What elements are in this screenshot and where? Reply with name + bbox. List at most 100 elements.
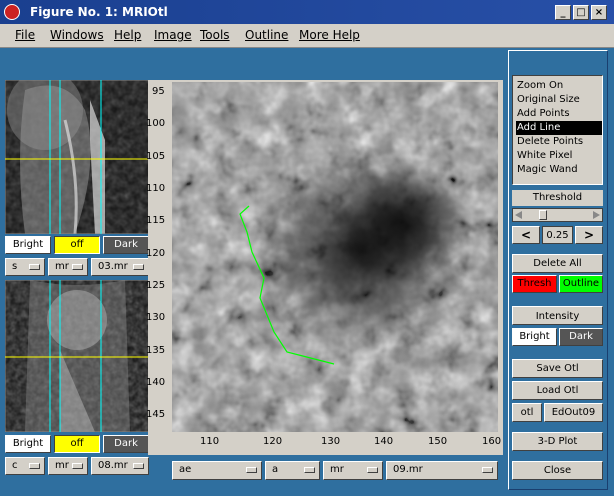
intensity-bright-button[interactable]: Bright	[512, 328, 557, 346]
tool-delete-points[interactable]: Delete Points	[516, 135, 602, 149]
3d-plot-button[interactable]: 3-D Plot	[512, 432, 603, 451]
tool-white-pixel[interactable]: White Pixel	[516, 149, 602, 163]
y-tick-label: 135	[146, 345, 166, 356]
tool-magic-wand[interactable]: Magic Wand	[516, 163, 602, 177]
bottom-orientation-value: c	[12, 460, 18, 471]
tool-add-points[interactable]: Add Points	[516, 107, 602, 121]
close-button[interactable]: Close	[512, 461, 603, 480]
slider-right-arrow-icon[interactable]	[593, 211, 600, 219]
menu-help[interactable]: Help	[114, 28, 141, 42]
minimize-button[interactable]: _	[555, 5, 571, 20]
outline-button[interactable]: Outline	[559, 275, 603, 293]
chevron-down-icon	[246, 467, 257, 473]
modality-popup[interactable]: mr	[323, 461, 383, 480]
y-tick-label: 105	[146, 151, 166, 162]
menu-outline[interactable]: Outline	[245, 28, 288, 42]
tools-listbox[interactable]: Zoom On Original Size Add Points Add Lin…	[512, 75, 603, 185]
y-tick-label: 125	[146, 280, 166, 291]
intensity-label: Intensity	[512, 306, 603, 325]
menu-windows[interactable]: Windows	[50, 28, 104, 42]
sagittal-image[interactable]	[5, 80, 150, 234]
top-modality-value: mr	[55, 261, 69, 272]
main-mri-image[interactable]	[172, 82, 498, 432]
y-tick-label: 120	[146, 248, 166, 259]
top-file-popup[interactable]: 03.mr	[91, 258, 149, 276]
chevron-down-icon	[367, 467, 378, 473]
y-tick-label: 100	[146, 118, 166, 129]
y-tick-label: 130	[146, 312, 166, 323]
chevron-down-icon	[72, 264, 83, 270]
bottom-file-value: 08.mr	[98, 460, 128, 471]
window-title: Figure No. 1: MRIOtl	[30, 5, 168, 19]
bottom-off-button[interactable]: off	[54, 435, 100, 453]
close-window-button[interactable]: ×	[591, 5, 607, 20]
intensity-dark-button[interactable]: Dark	[559, 328, 603, 346]
top-off-button[interactable]: off	[54, 236, 100, 254]
plane-value: ae	[179, 464, 192, 475]
thresh-button[interactable]: Thresh	[512, 275, 557, 293]
threshold-next-button[interactable]: >	[575, 226, 603, 244]
app-icon[interactable]	[4, 4, 20, 20]
x-tick-label: 150	[428, 436, 448, 447]
menu-windows-label: Windows	[50, 28, 104, 42]
slider-left-arrow-icon[interactable]	[515, 211, 522, 219]
tool-original-size[interactable]: Original Size	[516, 93, 602, 107]
threshold-label: Threshold	[512, 190, 603, 206]
top-dark-button[interactable]: Dark	[103, 236, 149, 254]
threshold-prev-button[interactable]: <	[512, 226, 540, 244]
save-otl-button[interactable]: Save Otl	[512, 359, 603, 378]
slider-thumb[interactable]	[539, 210, 547, 220]
file-popup[interactable]: 09.mr	[386, 461, 498, 480]
y-tick-label: 95	[152, 86, 165, 97]
menu-image[interactable]: Image	[154, 28, 192, 42]
menu-more-help[interactable]: More Help	[299, 28, 360, 42]
menu-outline-label: Outline	[245, 28, 289, 42]
bottom-dark-button[interactable]: Dark	[103, 435, 149, 453]
top-orientation-popup[interactable]: s	[5, 258, 45, 276]
tool-add-line[interactable]: Add Line	[516, 121, 602, 135]
y-tick-label: 140	[146, 377, 166, 388]
bottom-bright-button[interactable]: Bright	[5, 435, 51, 453]
top-orientation-value: s	[12, 261, 18, 272]
menu-file[interactable]: File	[15, 28, 35, 42]
title-bar: Figure No. 1: MRIOtl _ □ ×	[0, 0, 614, 24]
chevron-down-icon	[29, 463, 40, 469]
bottom-modality-popup[interactable]: mr	[48, 457, 88, 475]
chevron-down-icon	[133, 463, 144, 469]
plane-popup[interactable]: ae	[172, 461, 262, 480]
x-tick-label: 120	[263, 436, 283, 447]
y-tick-label: 145	[146, 409, 166, 420]
menu-tools-label: Tools	[200, 28, 230, 42]
x-tick-label: 140	[374, 436, 394, 447]
x-tick-label: 110	[200, 436, 220, 447]
chevron-down-icon	[133, 264, 144, 270]
menu-help-label: Help	[114, 28, 142, 42]
x-tick-label: 130	[321, 436, 341, 447]
chevron-down-icon	[482, 467, 493, 473]
y-tick-label: 115	[146, 215, 166, 226]
x-tick-label: 160	[482, 436, 502, 447]
menu-file-label: File	[15, 28, 36, 42]
threshold-slider[interactable]	[512, 208, 603, 222]
edout-button[interactable]: EdOut09	[544, 403, 603, 422]
bottom-orientation-popup[interactable]: c	[5, 457, 45, 475]
tool-zoom-on[interactable]: Zoom On	[516, 79, 602, 93]
modality-value: mr	[330, 464, 344, 475]
bottom-file-popup[interactable]: 08.mr	[91, 457, 149, 475]
delete-all-button[interactable]: Delete All	[512, 254, 603, 273]
top-file-value: 03.mr	[98, 261, 128, 272]
otl-button[interactable]: otl	[512, 403, 542, 422]
menu-tools[interactable]: Tools	[200, 28, 230, 42]
view-popup[interactable]: a	[265, 461, 320, 480]
menu-more-help-label: More Help	[299, 28, 360, 42]
top-bright-button[interactable]: Bright	[5, 236, 51, 254]
top-modality-popup[interactable]: mr	[48, 258, 88, 276]
coronal-image[interactable]	[5, 280, 150, 432]
menu-image-label: Image	[154, 28, 192, 42]
load-otl-button[interactable]: Load Otl	[512, 381, 603, 400]
maximize-button[interactable]: □	[573, 5, 589, 20]
threshold-value: 0.25	[542, 226, 573, 244]
chevron-down-icon	[29, 264, 40, 270]
view-value: a	[272, 464, 279, 475]
file-value: 09.mr	[393, 464, 423, 475]
